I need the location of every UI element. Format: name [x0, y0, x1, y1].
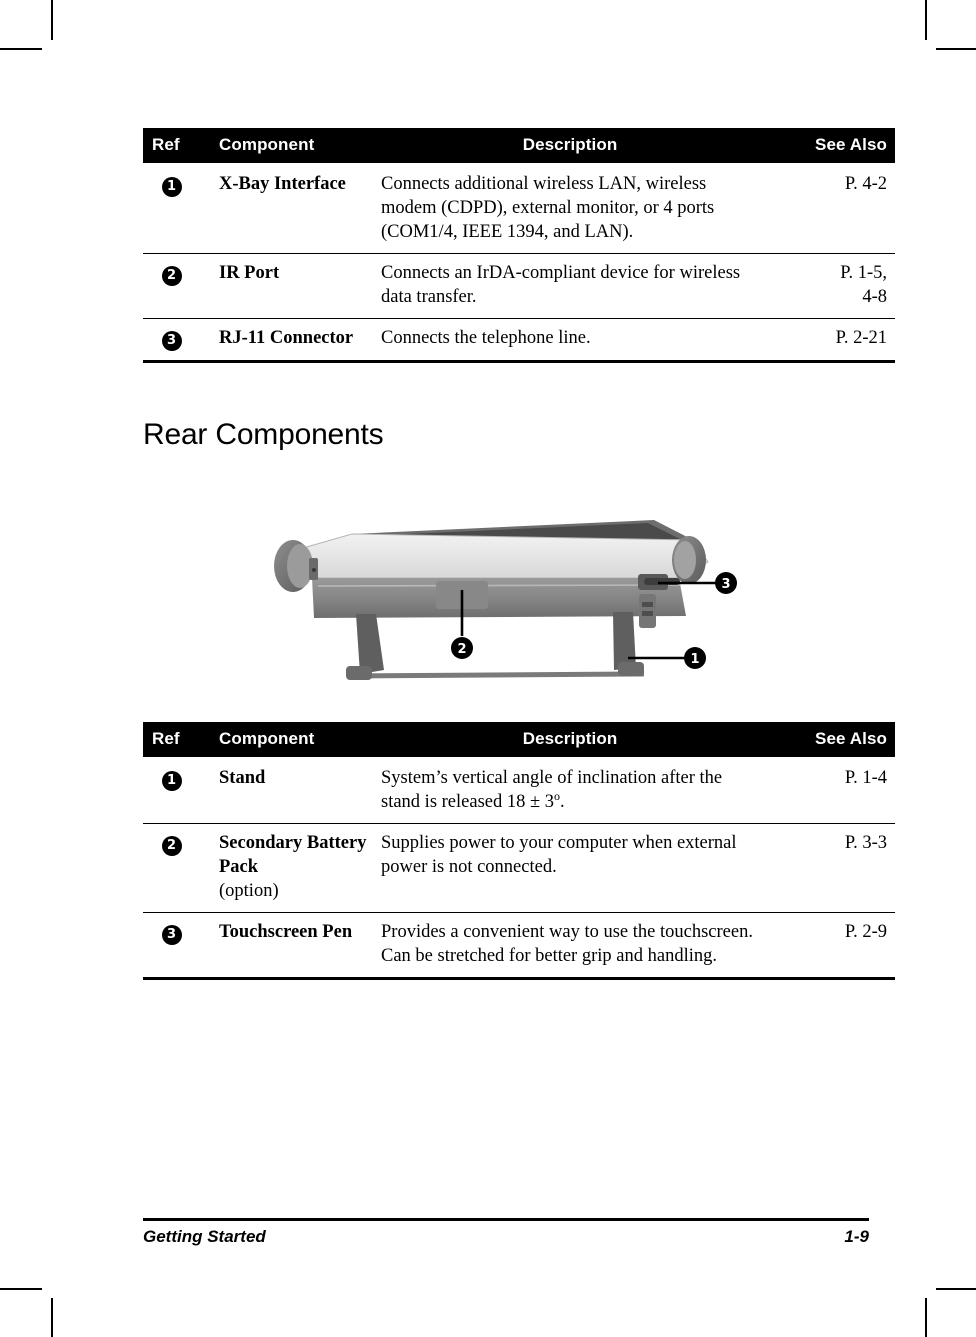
crop-mark-bottom-left-vertical	[51, 1298, 53, 1337]
row-component-name: Stand	[210, 757, 376, 824]
page-content: Ref Component Description See Also 1 X-B…	[143, 0, 895, 1337]
stand-leg-right	[613, 612, 636, 670]
row-description: Connects an IrDA-compliant device for wi…	[376, 253, 764, 319]
right-latch-groove-2	[642, 611, 653, 616]
footer-page-number: 1-9	[844, 1226, 869, 1246]
crop-mark-top-left-horizontal	[0, 48, 42, 50]
column-header-description: Description	[376, 722, 764, 757]
table-row: 3 Touchscreen Pen Provides a convenient …	[143, 912, 895, 980]
device-rear-illustration: 3 2 1	[274, 520, 737, 680]
crop-mark-bottom-left-horizontal	[0, 1288, 42, 1290]
table-row: 3 RJ-11 Connector Connects the telephone…	[143, 318, 895, 363]
component-label: Stand	[219, 768, 266, 788]
right-bumper-highlight	[674, 541, 696, 579]
stand-leg-left	[356, 614, 384, 674]
table-header-row: Ref Component Description See Also	[143, 128, 895, 163]
row-see-also: P. 2-21	[764, 318, 895, 363]
section-heading-rear-components: Rear Components	[143, 418, 384, 451]
row-see-also: P. 2-9	[764, 912, 895, 980]
component-label: Secondary Battery Pack	[219, 833, 367, 877]
row-ref-marker: 2	[143, 823, 210, 913]
ref-badge-icon: 2	[161, 835, 182, 856]
crop-mark-top-right-vertical	[925, 0, 927, 40]
row-description: System’s vertical angle of inclination a…	[376, 757, 764, 824]
ref-badge-icon: 1	[161, 176, 182, 197]
row-see-also: P. 3-3	[764, 823, 895, 913]
stand-foot-right	[618, 662, 644, 676]
column-header-see-also: See Also	[764, 128, 895, 163]
row-component-name: Secondary Battery Pack (option)	[210, 823, 376, 913]
table-row: 1 Stand System’s vertical angle of incli…	[143, 757, 895, 824]
column-header-see-also: See Also	[764, 722, 895, 757]
table-row: 1 X-Bay Interface Connects additional wi…	[143, 163, 895, 254]
footer-divider	[143, 1218, 869, 1221]
description-text: System’s vertical angle of inclination a…	[381, 768, 723, 812]
row-description: Connects the telephone line.	[376, 318, 764, 363]
row-ref-marker: 3	[143, 912, 210, 980]
row-see-also: P. 1-5, 4-8	[764, 253, 895, 319]
page-footer: Getting Started 1-9	[143, 1218, 869, 1247]
callout-3-label: 3	[721, 577, 730, 592]
crop-mark-top-left-vertical	[51, 0, 53, 40]
description-text-tail: .	[560, 792, 565, 812]
ref-badge-icon: 2	[161, 265, 182, 286]
column-header-component: Component	[210, 128, 376, 163]
footer-chapter-title: Getting Started	[143, 1226, 266, 1246]
device-top-deck	[295, 533, 709, 579]
rear-components-table: Ref Component Description See Also 1 Sta…	[143, 722, 895, 980]
crop-mark-top-right-horizontal	[936, 48, 976, 50]
row-see-also: P. 1-4	[844, 768, 887, 788]
row-component-name: RJ-11 Connector	[210, 318, 376, 363]
stand-foot-bar	[347, 671, 645, 679]
column-header-ref: Ref	[143, 722, 210, 757]
left-port-screw-icon	[312, 568, 316, 572]
row-ref-marker: 3	[143, 318, 210, 363]
ref-badge-icon: 3	[161, 330, 182, 351]
row-ref-marker: 2	[143, 253, 210, 319]
table-header-row: Ref Component Description See Also	[143, 722, 895, 757]
column-header-description: Description	[376, 128, 764, 163]
row-component-name: IR Port	[210, 253, 376, 319]
row-component-name: X-Bay Interface	[219, 174, 346, 194]
column-header-component: Component	[210, 722, 376, 757]
row-ref-marker: 1	[143, 163, 210, 254]
crop-mark-bottom-right-horizontal	[936, 1288, 976, 1290]
callout-2-label: 2	[457, 642, 466, 657]
rear-components-figure: 3 2 1	[143, 498, 869, 698]
component-option-note: (option)	[219, 881, 279, 901]
row-description: Provides a convenient way to use the tou…	[376, 912, 764, 980]
callout-1-label: 1	[690, 652, 699, 667]
right-latch-groove	[642, 602, 653, 607]
crop-mark-bottom-right-vertical	[925, 1298, 927, 1337]
stand-foot-left	[346, 666, 372, 680]
row-description: Connects additional wireless LAN, wirele…	[381, 174, 715, 242]
row-ref-marker: 1	[143, 757, 210, 824]
rear-panel-seam	[317, 584, 681, 587]
column-header-ref: Ref	[143, 128, 210, 163]
row-component-name: Touchscreen Pen	[210, 912, 376, 980]
ref-badge-icon: 3	[161, 924, 182, 945]
ref-badge-icon: 1	[161, 770, 182, 791]
row-see-also: P. 4-2	[844, 174, 887, 194]
table-row: 2 Secondary Battery Pack (option) Suppli…	[143, 823, 895, 913]
table-row: 2 IR Port Connects an IrDA-compliant dev…	[143, 253, 895, 319]
row-description: Supplies power to your computer when ext…	[376, 823, 764, 913]
component-label: Touchscreen Pen	[219, 922, 353, 942]
top-components-table: Ref Component Description See Also 1 X-B…	[143, 128, 895, 363]
